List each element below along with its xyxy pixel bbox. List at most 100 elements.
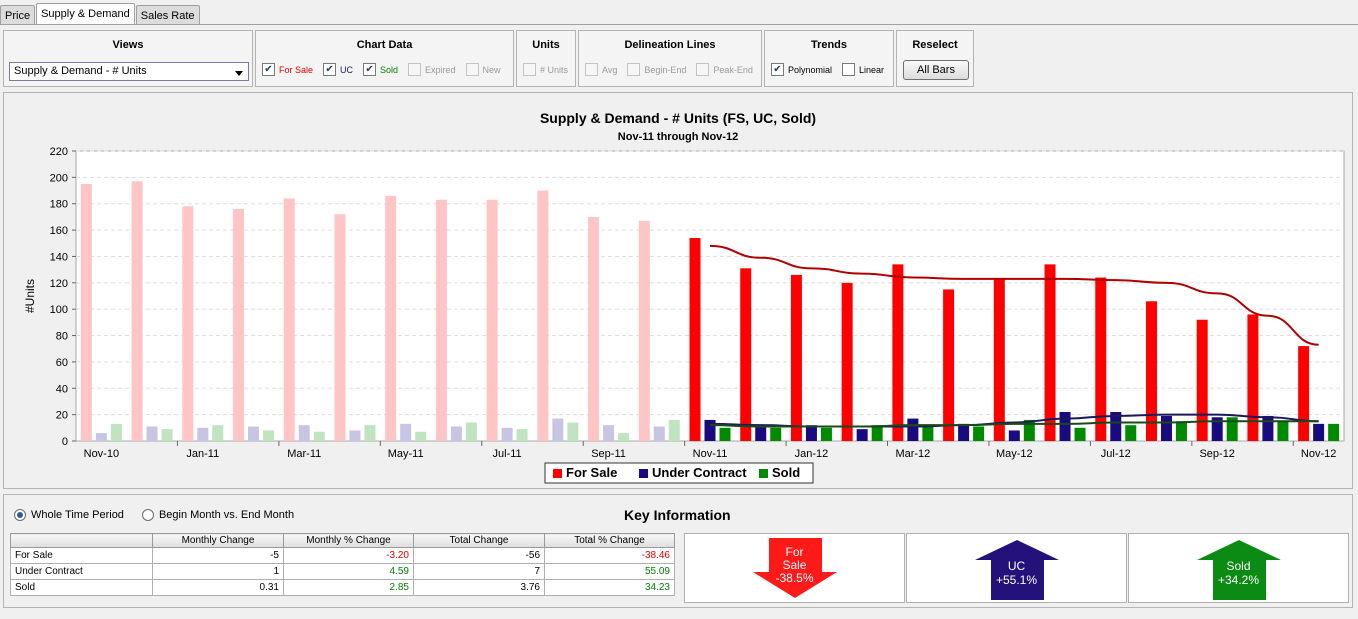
bar-for-sale — [1298, 346, 1310, 441]
legend-swatch — [759, 469, 768, 478]
column-header[interactable]: Monthly % Change — [283, 533, 414, 548]
trends-title: Trends — [810, 39, 848, 51]
new-label: New — [482, 64, 501, 75]
bar-under-contract — [95, 433, 107, 441]
sold-indicator: Sold +34.2% — [1128, 533, 1349, 603]
bar-sold — [719, 427, 731, 441]
bar-under-contract — [146, 426, 158, 441]
y-tick-label: 140 — [50, 251, 68, 263]
avg-checkbox[interactable] — [585, 63, 598, 76]
monthly-change-cell: 1 — [152, 563, 284, 580]
begin-end-checkbox[interactable] — [627, 63, 641, 76]
views-select[interactable]: Supply & Demand - # Units — [9, 62, 249, 81]
bar-sold — [820, 427, 832, 441]
polynomial-checkbox[interactable]: ✔ — [771, 63, 784, 76]
column-header[interactable] — [10, 533, 153, 548]
bar-for-sale — [841, 282, 853, 441]
bar-sold — [516, 429, 528, 441]
key-info-table: Monthly Change Monthly % Change Total Ch… — [10, 533, 675, 596]
x-tick-label: May-12 — [996, 448, 1033, 460]
x-tick-label: Jul-12 — [1101, 448, 1131, 460]
uc-checkbox[interactable]: ✔ — [323, 63, 337, 76]
chevron-down-icon — [235, 71, 243, 76]
chart-data-options: ✔ For Sale ✔ UC ✔ Sold Expired New — [262, 63, 507, 76]
key-info-title: Key Information — [624, 507, 731, 523]
peak-end-label: Peak-End — [713, 64, 753, 75]
legend-label: Under Contract — [652, 465, 747, 480]
bar-for-sale — [740, 268, 752, 441]
for-sale-checkbox[interactable]: ✔ — [262, 63, 275, 76]
bar-under-contract — [349, 430, 361, 441]
bar-sold — [1328, 423, 1340, 441]
delineation-group: Delineation Lines Avg Begin-End Peak-End — [578, 30, 762, 87]
tab-supply-demand[interactable]: Supply & Demand — [36, 3, 135, 25]
bar-for-sale — [1145, 301, 1157, 441]
column-header[interactable]: Total % Change — [544, 533, 675, 548]
table-row[interactable]: Under Contract 1 4.59 7 55.09 — [10, 563, 675, 580]
linear-checkbox[interactable] — [842, 63, 856, 76]
table-row[interactable]: Sold 0.31 2.85 3.76 34.23 — [10, 579, 675, 596]
units-title: Units — [532, 39, 560, 51]
legend-swatch — [639, 469, 648, 478]
bar-sold — [263, 430, 275, 441]
bar-sold — [1175, 421, 1187, 441]
bar-for-sale — [131, 181, 143, 441]
bar-under-contract — [1059, 412, 1071, 441]
legend-swatch — [553, 469, 562, 478]
avg-label: Avg — [602, 64, 618, 75]
bar-sold — [668, 419, 680, 441]
y-tick-label: 60 — [56, 357, 68, 369]
bar-under-contract — [958, 423, 970, 441]
bar-for-sale — [233, 209, 245, 441]
whole-period-radio[interactable] — [14, 509, 26, 521]
tab-price[interactable]: Price — [0, 5, 36, 25]
bar-sold — [618, 433, 630, 441]
x-tick-label: Jan-12 — [795, 448, 829, 460]
bar-for-sale — [892, 264, 904, 441]
all-bars-button[interactable]: All Bars — [903, 60, 969, 80]
bar-under-contract — [1160, 415, 1172, 441]
monthly-change-cell: -5 — [152, 547, 284, 564]
uc-indicator-value: +55.1% — [995, 573, 1038, 587]
monthly-pct-cell: 2.85 — [283, 579, 414, 596]
x-tick-label: Nov-12 — [1301, 448, 1336, 460]
units-label: # Units — [540, 64, 569, 75]
bar-sold — [567, 422, 579, 441]
sold-checkbox[interactable]: ✔ — [363, 63, 377, 76]
y-tick-label: 180 — [50, 199, 68, 211]
x-tick-label: Jan-11 — [186, 448, 219, 460]
row-label: For Sale — [10, 547, 153, 564]
bar-under-contract — [755, 425, 767, 441]
begin-end-month-radio[interactable] — [141, 509, 154, 521]
table-row[interactable]: For Sale -5 -3.20 -56 -38.46 — [10, 547, 675, 564]
trends-options: ✔ Polynomial Linear — [771, 63, 890, 76]
y-tick-label: 80 — [56, 331, 68, 343]
views-title: Views — [112, 39, 144, 51]
chart-panel: Supply & Demand - # Units (FS, UC, Sold)… — [3, 92, 1353, 489]
column-header[interactable]: Total Change — [413, 533, 545, 548]
total-change-cell: 7 — [413, 563, 545, 580]
column-header[interactable]: Monthly Change — [152, 533, 284, 548]
bar-for-sale — [638, 220, 650, 441]
bar-for-sale — [993, 278, 1005, 441]
toolbar: Views Supply & Demand - # Units Chart Da… — [3, 30, 974, 87]
bar-sold — [465, 422, 477, 441]
total-change-cell: -56 — [413, 547, 545, 564]
x-tick-label: Jul-11 — [493, 448, 522, 460]
bar-sold — [1125, 425, 1137, 441]
bar-sold — [364, 425, 376, 441]
expired-checkbox[interactable] — [408, 63, 422, 76]
sold-label: Sold — [380, 64, 399, 75]
polynomial-label: Polynomial — [788, 64, 833, 75]
new-checkbox[interactable] — [465, 63, 479, 76]
units-checkbox[interactable] — [523, 63, 536, 76]
reselect-group: Reselect All Bars — [896, 30, 974, 87]
bar-sold — [313, 431, 325, 441]
supply-demand-chart: 0 20 40 60 80 100 120 140 160 180 200 220 #Units Nov-… — [23, 146, 1345, 484]
bar-under-contract — [501, 427, 513, 441]
x-tick-label: May-11 — [388, 448, 424, 460]
tab-sales-rate[interactable]: Sales Rate — [135, 5, 200, 25]
x-tick-label: Mar-12 — [895, 448, 930, 460]
peak-end-checkbox[interactable] — [696, 63, 710, 76]
units-options: # Units — [523, 63, 574, 76]
